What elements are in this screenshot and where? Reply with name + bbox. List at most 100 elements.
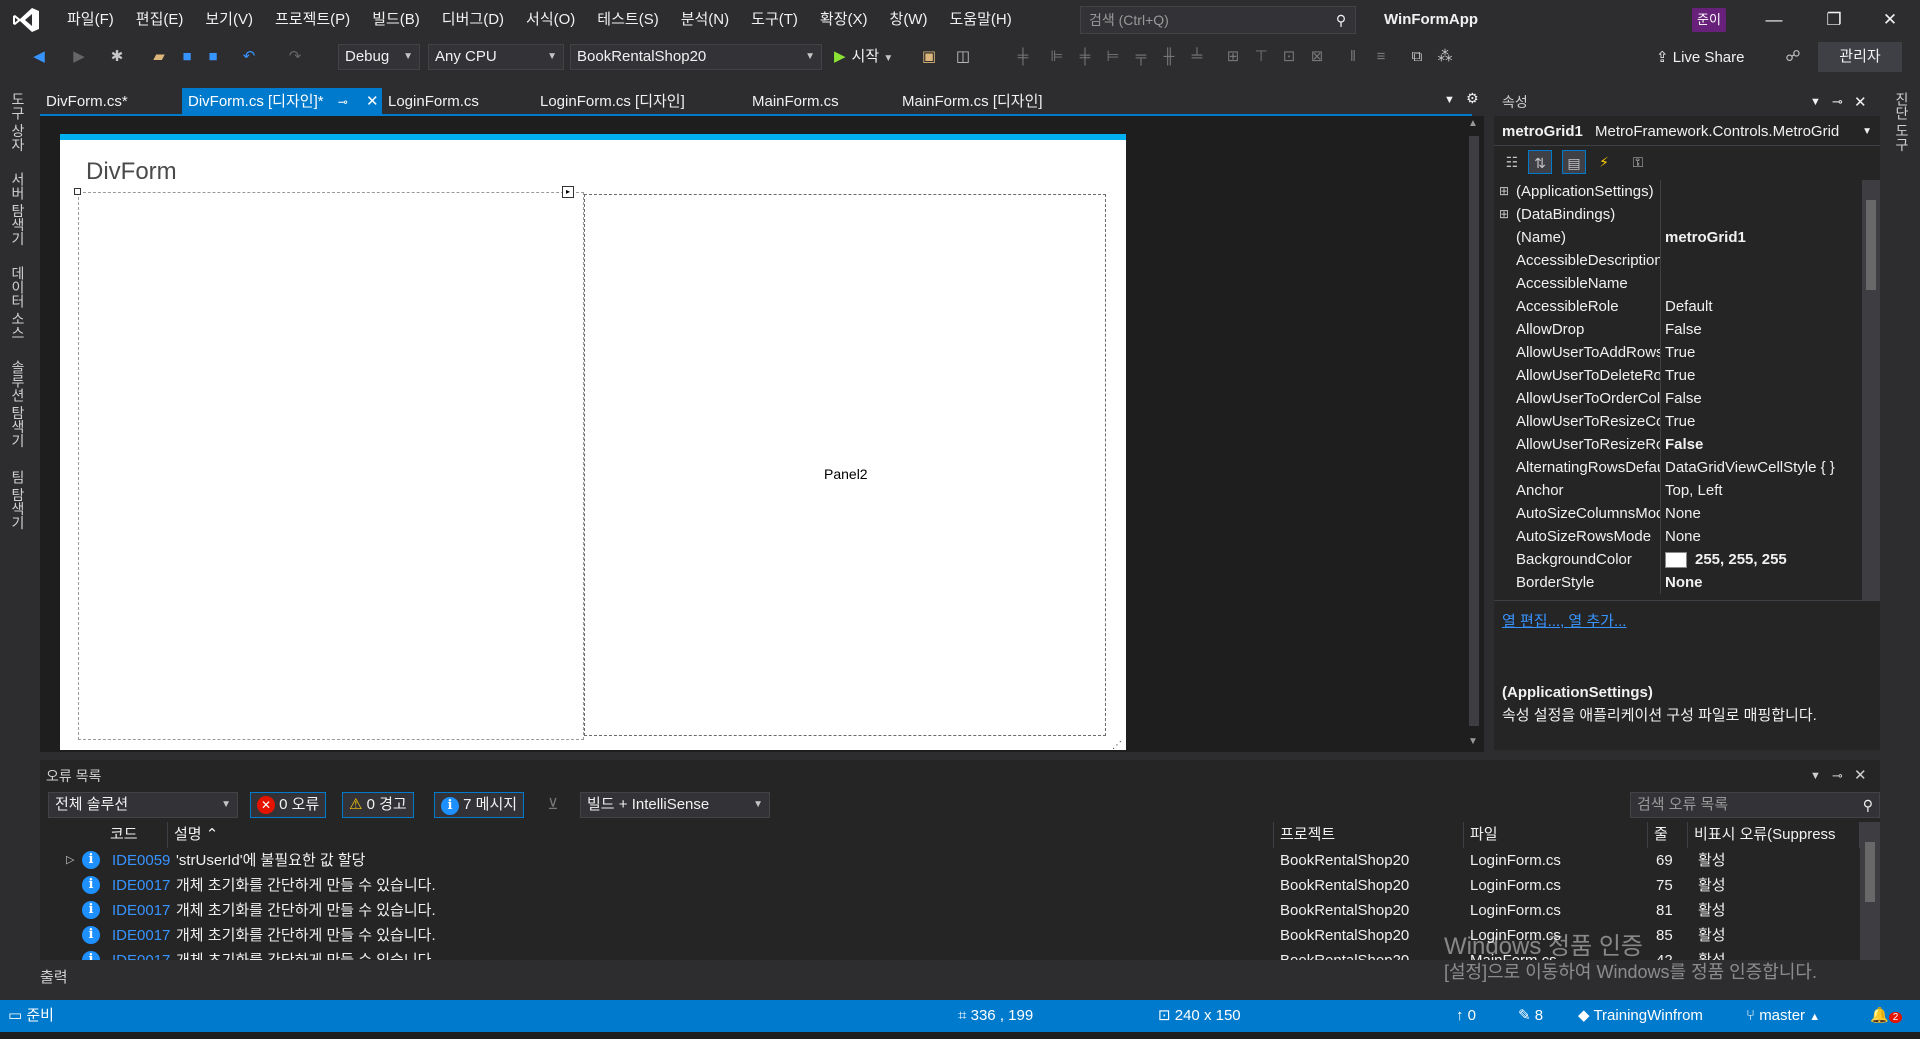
minimize-icon[interactable]: — xyxy=(1746,0,1802,40)
categorized-icon[interactable]: ☷ xyxy=(1500,150,1524,174)
property-row[interactable]: ⊞ (DataBindings) xyxy=(1494,203,1860,226)
forward-icon[interactable]: ▶ xyxy=(68,46,90,68)
split-panel1[interactable] xyxy=(78,192,584,740)
tab-mainform-cs[interactable]: MainForm.cs xyxy=(746,88,845,116)
visual-studio-logo-icon[interactable] xyxy=(12,7,40,33)
same-size-icon[interactable]: ⊡ xyxy=(1278,46,1300,68)
data-sources-tab[interactable]: 데이터 소스 xyxy=(8,266,28,340)
align-middle-icon[interactable]: ╫ xyxy=(1158,46,1180,68)
property-row[interactable]: AutoSizeRowsMode None xyxy=(1494,525,1860,548)
platform-select[interactable]: Any CPU ▼ xyxy=(428,44,564,70)
startup-project-select[interactable]: BookRentalShop20 ▼ xyxy=(570,44,822,70)
property-row[interactable]: (Name) metroGrid1 xyxy=(1494,226,1860,249)
layout-icon[interactable]: ◫ xyxy=(952,46,974,68)
warnings-filter-button[interactable]: ⚠ 0 경고 xyxy=(342,792,414,818)
admin-button[interactable]: 관리자 xyxy=(1818,42,1902,72)
expand-icon[interactable]: ⊞ xyxy=(1494,180,1514,203)
property-value[interactable]: Default xyxy=(1660,295,1860,318)
menu-item[interactable]: 서식(O) xyxy=(515,0,586,40)
scroll-down-icon[interactable]: ▼ xyxy=(1468,736,1478,747)
property-row[interactable]: AccessibleName xyxy=(1494,272,1860,295)
start-button[interactable]: ▶ 시작 ▼ xyxy=(834,44,893,70)
tab-order-icon[interactable]: ⁂ xyxy=(1434,46,1456,68)
pin-icon[interactable]: ⊸ xyxy=(1832,763,1854,789)
config-select[interactable]: Debug ▼ xyxy=(338,44,420,70)
error-row[interactable]: iIDE0017개체 초기화를 간단하게 만들 수 있습니다.BookRenta… xyxy=(40,898,1860,923)
tab-divform-cs[interactable]: DivForm.cs* xyxy=(40,88,134,116)
align-bottom-icon[interactable]: ╧ xyxy=(1186,46,1208,68)
filter-icon[interactable]: ⊻ xyxy=(542,794,564,816)
properties-scrollbar[interactable] xyxy=(1862,180,1880,600)
align-right-icon[interactable]: ⊨ xyxy=(1102,46,1124,68)
menu-item[interactable]: 테스트(S) xyxy=(586,0,669,40)
tab-overflow-icon[interactable]: ▼ xyxy=(1444,94,1455,106)
grid-icon[interactable]: ⊠ xyxy=(1306,46,1328,68)
live-share-button[interactable]: ⇪ Live Share xyxy=(1656,44,1744,72)
property-row[interactable]: AllowUserToOrderColumns False xyxy=(1494,387,1860,410)
repository[interactable]: ◆ TrainingWinfrom xyxy=(1578,1000,1703,1032)
error-code[interactable]: IDE0017 xyxy=(112,898,170,923)
error-code[interactable]: IDE0017 xyxy=(112,948,170,960)
property-value[interactable]: True xyxy=(1660,341,1860,364)
errors-filter-button[interactable]: ✕ 0 오류 xyxy=(250,792,327,818)
property-row[interactable]: BorderStyle None xyxy=(1494,571,1860,594)
error-code[interactable]: IDE0059 xyxy=(112,848,170,873)
selected-object-dropdown[interactable]: metroGrid1 MetroFramework.Controls.Metro… xyxy=(1494,118,1880,146)
undo-icon[interactable]: ↶ xyxy=(238,46,260,68)
same-width-icon[interactable]: ⊞ xyxy=(1222,46,1244,68)
property-row[interactable]: BackgroundColor 255, 255, 255 xyxy=(1494,548,1860,571)
push-count[interactable]: ↑ 0 xyxy=(1456,1000,1476,1032)
vspacing-icon[interactable]: ≡ xyxy=(1370,46,1392,68)
property-value[interactable] xyxy=(1660,272,1860,295)
diagnostic-tools-tab[interactable]: 진단 도구 xyxy=(1892,92,1912,152)
redo-icon[interactable]: ↷ xyxy=(284,46,306,68)
menu-item[interactable]: 도움말(H) xyxy=(938,0,1022,40)
browser-link-icon[interactable]: ▣ xyxy=(918,46,940,68)
output-tab[interactable]: 출력 xyxy=(40,966,68,987)
search-icon[interactable]: ⚲ xyxy=(1327,12,1355,29)
property-row[interactable]: AllowDrop False xyxy=(1494,318,1860,341)
team-explorer-tab[interactable]: 팀 탐색기 xyxy=(8,470,28,530)
property-value[interactable]: None xyxy=(1660,571,1860,594)
tab-divform-designer[interactable]: DivForm.cs [디자인]* ⊸ ✕ xyxy=(182,88,382,116)
error-code[interactable]: IDE0017 xyxy=(112,873,170,898)
tab-loginform-designer[interactable]: LoginForm.cs [디자인] xyxy=(534,88,691,116)
menu-item[interactable]: 디버그(D) xyxy=(431,0,515,40)
property-value[interactable]: True xyxy=(1660,364,1860,387)
property-pages-icon[interactable]: ⚿ xyxy=(1626,150,1650,174)
property-value[interactable]: Top, Left xyxy=(1660,479,1860,502)
menu-item[interactable]: 파일(F) xyxy=(56,0,125,40)
align-top-icon[interactable]: ╤ xyxy=(1130,46,1152,68)
chevron-down-icon[interactable]: ▼ xyxy=(1810,96,1832,108)
property-row[interactable]: AlternatingRowsDefaultCellStyle DataGridV… xyxy=(1494,456,1860,479)
error-list-scrollbar[interactable] xyxy=(1860,822,1880,960)
events-icon[interactable]: ⚡ xyxy=(1592,150,1616,174)
menu-item[interactable]: 도구(T) xyxy=(740,0,809,40)
new-project-icon[interactable]: ✱ xyxy=(106,46,128,68)
smart-tag-icon[interactable]: ▸ xyxy=(562,186,574,198)
menu-item[interactable]: 편집(E) xyxy=(125,0,195,40)
close-icon[interactable]: ✕ xyxy=(1862,0,1918,40)
property-value[interactable] xyxy=(1660,180,1860,203)
property-value[interactable]: metroGrid1 xyxy=(1660,226,1860,249)
property-row[interactable]: Anchor Top, Left xyxy=(1494,479,1860,502)
property-row[interactable]: AllowUserToResizeColumns True xyxy=(1494,410,1860,433)
bring-front-icon[interactable]: ⧉ xyxy=(1406,46,1428,68)
property-row[interactable]: AccessibleRole Default xyxy=(1494,295,1860,318)
property-value[interactable]: None xyxy=(1660,525,1860,548)
property-commands-link[interactable]: 열 편집..., 열 추가... xyxy=(1502,610,1626,631)
spacing-icon[interactable]: ‖ xyxy=(1342,46,1364,68)
property-value[interactable] xyxy=(1660,203,1860,226)
user-avatar[interactable]: 준이 xyxy=(1692,8,1726,32)
property-value[interactable] xyxy=(1660,249,1860,272)
align-center-icon[interactable]: ╪ xyxy=(1074,46,1096,68)
quick-search-box[interactable]: 검색 (Ctrl+Q) ⚲ xyxy=(1080,6,1356,34)
split-panel2[interactable] xyxy=(584,194,1106,736)
error-search-box[interactable]: 검색 오류 목록 ⚲ xyxy=(1630,792,1880,818)
maximize-icon[interactable]: ❐ xyxy=(1806,0,1862,40)
align-icon[interactable]: ╪ xyxy=(1012,46,1034,68)
back-icon[interactable]: ◀ xyxy=(28,46,50,68)
close-icon[interactable]: ✕ xyxy=(1854,93,1880,111)
properties-icon[interactable]: ▤ xyxy=(1562,150,1586,174)
tab-loginform-cs[interactable]: LoginForm.cs xyxy=(382,88,485,116)
